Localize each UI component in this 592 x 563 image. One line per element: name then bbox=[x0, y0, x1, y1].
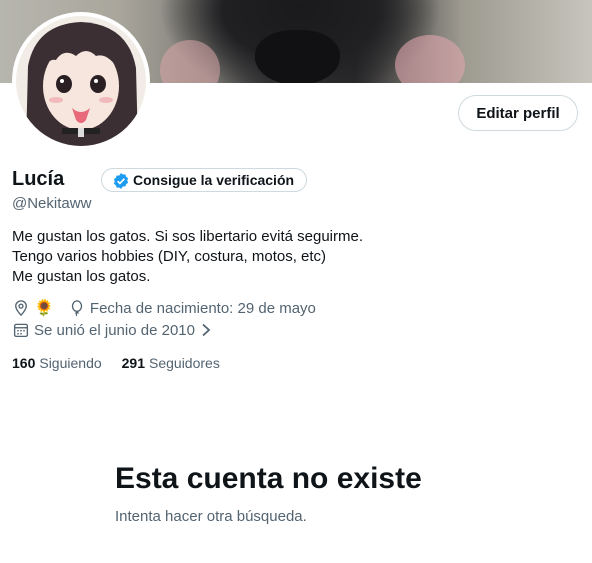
banner-decoration bbox=[255, 30, 340, 83]
calendar-icon bbox=[12, 321, 30, 339]
bio-line: Tengo varios hobbies (DIY, costura, moto… bbox=[12, 248, 327, 265]
profile-meta-row: 🌻 Fecha de nacimiento: 29 de mayo bbox=[12, 298, 316, 318]
bio-line: Me gustan los gatos. Si sos libertario e… bbox=[12, 228, 363, 245]
following-link[interactable]: 160 Siguiendo bbox=[12, 355, 102, 371]
edit-profile-button[interactable]: Editar perfil bbox=[458, 95, 578, 131]
empty-state-subtitle: Intenta hacer otra búsqueda. bbox=[115, 508, 307, 525]
banner-decoration bbox=[160, 40, 220, 83]
get-verified-button[interactable]: Consigue la verificación bbox=[101, 168, 308, 192]
avatar[interactable] bbox=[12, 12, 150, 150]
followers-link[interactable]: 291 Seguidores bbox=[122, 355, 220, 371]
bio-line: Me gustan los gatos. bbox=[12, 268, 151, 285]
user-handle: @Nekitaww bbox=[12, 195, 92, 212]
followers-label: Seguidores bbox=[149, 355, 220, 371]
display-name: Lucía bbox=[12, 168, 65, 190]
profile-bio: Me gustan los gatos. Si sos libertario e… bbox=[12, 227, 363, 287]
empty-state-title: Esta cuenta no existe bbox=[115, 462, 422, 495]
verified-badge-icon bbox=[112, 172, 129, 189]
following-label: Siguiendo bbox=[39, 355, 102, 371]
joined-text: Se unió el junio de 2010 bbox=[34, 321, 195, 339]
chevron-right-icon bbox=[199, 321, 213, 339]
balloon-icon bbox=[68, 299, 86, 317]
following-count: 160 bbox=[12, 355, 36, 371]
followers-count: 291 bbox=[121, 355, 145, 371]
birthday-text: Fecha de nacimiento: 29 de mayo bbox=[89, 299, 316, 317]
get-verified-label: Consigue la verificación bbox=[133, 172, 295, 188]
avatar-illustration bbox=[16, 16, 146, 146]
follow-stats: 160 Siguiendo 291 Seguidores bbox=[12, 355, 240, 371]
location-text: 🌻 bbox=[34, 300, 54, 317]
location-pin-icon bbox=[12, 299, 30, 317]
banner-decoration bbox=[395, 35, 465, 83]
profile-meta-row[interactable]: Se unió el junio de 2010 bbox=[12, 320, 213, 340]
